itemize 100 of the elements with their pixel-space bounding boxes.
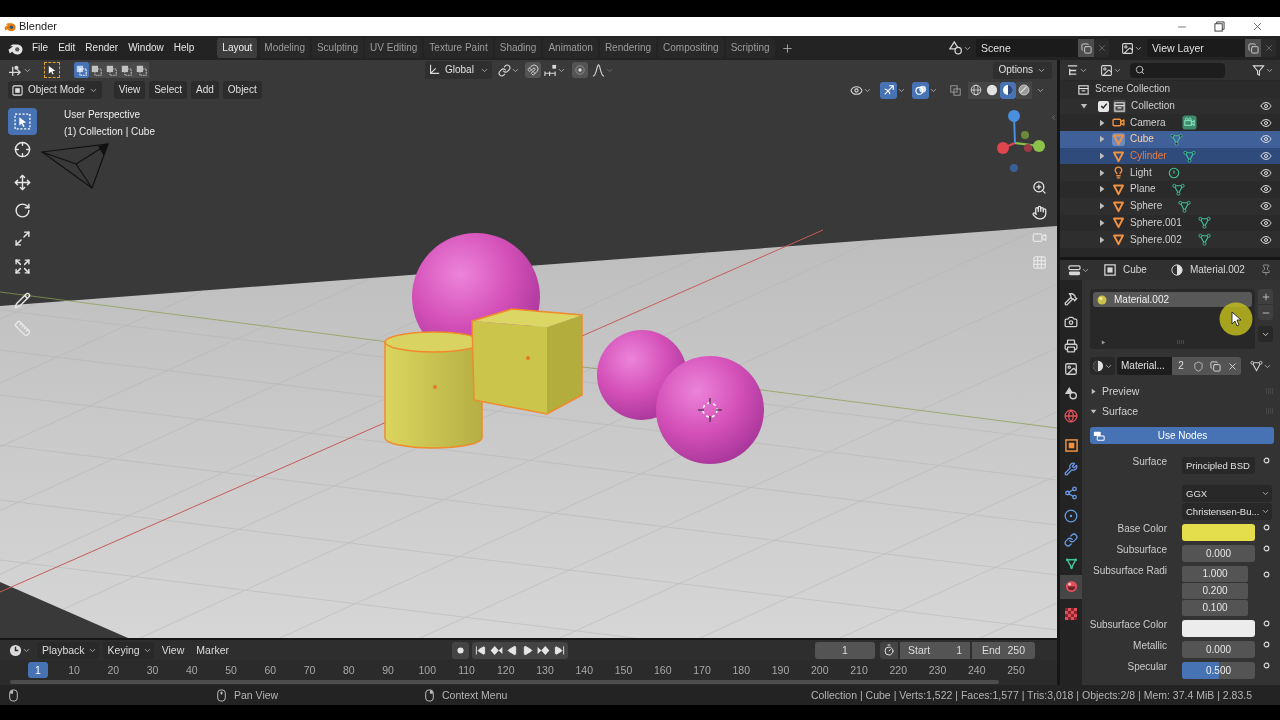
eye-icon[interactable]: [1260, 100, 1272, 113]
select-mode-button[interactable]: [134, 62, 149, 78]
disclosure-triangle-icon[interactable]: [1098, 202, 1106, 211]
play-icon[interactable]: [522, 644, 533, 656]
editor-type-dropdown[interactable]: [1068, 263, 1090, 277]
disclosure-triangle-icon[interactable]: [1101, 339, 1106, 345]
menu-item[interactable]: Playback: [37, 641, 99, 659]
remove-slot-button[interactable]: [1258, 305, 1273, 320]
menu-item[interactable]: Render: [80, 38, 124, 58]
socket-icon[interactable]: [1262, 641, 1270, 648]
socket-icon[interactable]: [1262, 570, 1270, 578]
eye-icon[interactable]: [1260, 133, 1272, 146]
workspace-tab[interactable]: Animation: [543, 38, 598, 58]
disclosure-triangle-icon[interactable]: [1098, 118, 1106, 127]
socket-icon[interactable]: [1262, 545, 1270, 552]
number-field[interactable]: 0.200: [1182, 583, 1248, 599]
workspace-tab[interactable]: UV Editing: [365, 38, 423, 58]
next-keyframe-icon[interactable]: [537, 645, 550, 655]
shading-mode-button[interactable]: [1016, 81, 1032, 99]
eye-icon[interactable]: [1260, 166, 1272, 179]
pin-icon[interactable]: [1260, 264, 1272, 276]
menu-item[interactable]: File: [27, 38, 54, 58]
menu-item[interactable]: Window: [123, 38, 169, 58]
add-icon[interactable]: [780, 41, 794, 55]
pivot-point-dropdown[interactable]: [497, 61, 520, 79]
menu-item[interactable]: Add: [191, 81, 219, 99]
material-slot[interactable]: Material.002: [1093, 292, 1252, 307]
preview-range-button[interactable]: [880, 641, 898, 659]
dropdown[interactable]: GGX: [1182, 485, 1272, 502]
menu-item[interactable]: Marker: [192, 641, 233, 659]
prev-keyframe-icon[interactable]: [490, 645, 503, 655]
number-field[interactable]: 0.100: [1182, 600, 1248, 616]
scrollbar[interactable]: [10, 680, 999, 684]
editor-type-dropdown[interactable]: [9, 643, 31, 657]
select-tool-button[interactable]: [44, 62, 60, 78]
disclosure-triangle-icon[interactable]: [1098, 185, 1106, 194]
menu-item[interactable]: Edit: [53, 38, 81, 58]
checkbox[interactable]: [1098, 100, 1109, 112]
gizmo-toggle[interactable]: [880, 81, 897, 99]
disclosure-triangle-icon[interactable]: [1098, 218, 1106, 227]
proportional-toggle[interactable]: [571, 62, 588, 78]
search-field[interactable]: [1130, 62, 1225, 78]
new-view-layer-button[interactable]: [1245, 39, 1261, 57]
options-dropdown[interactable]: Options: [992, 61, 1052, 79]
disclosure-triangle-icon[interactable]: [1098, 135, 1106, 144]
shading-mode-button[interactable]: [1000, 81, 1016, 99]
number-field[interactable]: 0.000: [1182, 545, 1255, 562]
menu-item[interactable]: View: [157, 641, 189, 659]
workspace-tab[interactable]: Compositing: [658, 38, 724, 58]
socket-icon[interactable]: [1262, 620, 1270, 627]
restore-icon[interactable]: [1214, 21, 1225, 32]
number-field[interactable]: 0.000: [1182, 641, 1255, 658]
jump-end-icon[interactable]: [554, 644, 565, 656]
disclosure-triangle-icon[interactable]: [1080, 102, 1088, 111]
display-mode-dropdown[interactable]: [1066, 63, 1088, 77]
slider-track[interactable]: 0.500: [1182, 662, 1255, 679]
select-mode-button[interactable]: [89, 62, 104, 78]
filter-dropdown[interactable]: [1252, 63, 1274, 77]
shading-mode-button[interactable]: [968, 81, 984, 99]
workspace-tab[interactable]: Shading: [494, 38, 542, 58]
select-mode-button[interactable]: [74, 62, 89, 78]
mode-dropdown[interactable]: Object Mode: [8, 81, 102, 99]
menu-item[interactable]: Select: [149, 81, 187, 99]
jump-start-icon[interactable]: [475, 644, 486, 656]
record-button[interactable]: [452, 641, 469, 659]
use-nodes-button[interactable]: Use Nodes: [1090, 427, 1274, 444]
panel-header[interactable]: Preview: [1082, 383, 1280, 399]
panel-header[interactable]: Surface: [1082, 403, 1280, 419]
zoom-icon[interactable]: [1031, 180, 1047, 195]
workspace-tab[interactable]: Rendering: [599, 38, 657, 58]
eye-icon[interactable]: [1260, 233, 1272, 246]
disclosure-triangle-icon[interactable]: [1098, 235, 1106, 244]
menu-item[interactable]: Object: [222, 81, 262, 99]
menu-item[interactable]: View: [113, 81, 146, 99]
shading-mode-button[interactable]: [984, 81, 1000, 99]
socket-icon[interactable]: [1262, 662, 1270, 669]
unlink-button[interactable]: [1224, 357, 1241, 375]
add-slot-button[interactable]: [1258, 289, 1273, 304]
number-field[interactable]: 1.000: [1182, 566, 1248, 582]
material-name-field[interactable]: Material...: [1117, 357, 1172, 375]
view-layer-field[interactable]: View Layer: [1147, 39, 1245, 57]
eye-icon[interactable]: [1260, 150, 1272, 163]
browse-material-button[interactable]: [1090, 357, 1115, 375]
falloff-dropdown[interactable]: [591, 61, 614, 79]
play-reverse-icon[interactable]: [507, 644, 518, 656]
socket-icon[interactable]: [1262, 457, 1270, 464]
eye-icon[interactable]: [1260, 183, 1272, 196]
orientation-dropdown[interactable]: Global: [425, 61, 492, 79]
current-frame-field[interactable]: 1: [815, 641, 875, 659]
filter-view-dropdown[interactable]: [1100, 63, 1122, 77]
start-frame-field[interactable]: Start 1: [900, 641, 970, 659]
scene-field[interactable]: Scene: [976, 39, 1078, 57]
workspace-tab[interactable]: Sculpting: [311, 38, 364, 58]
shader-dropdown[interactable]: Principled BSD: [1182, 457, 1255, 474]
overlay-toggle[interactable]: [912, 81, 929, 99]
select-mode-button[interactable]: [104, 62, 119, 78]
eye-icon[interactable]: [1260, 200, 1272, 213]
snap-toggle[interactable]: [524, 62, 541, 78]
socket-icon[interactable]: [1262, 524, 1270, 531]
color-swatch[interactable]: [1182, 620, 1255, 637]
